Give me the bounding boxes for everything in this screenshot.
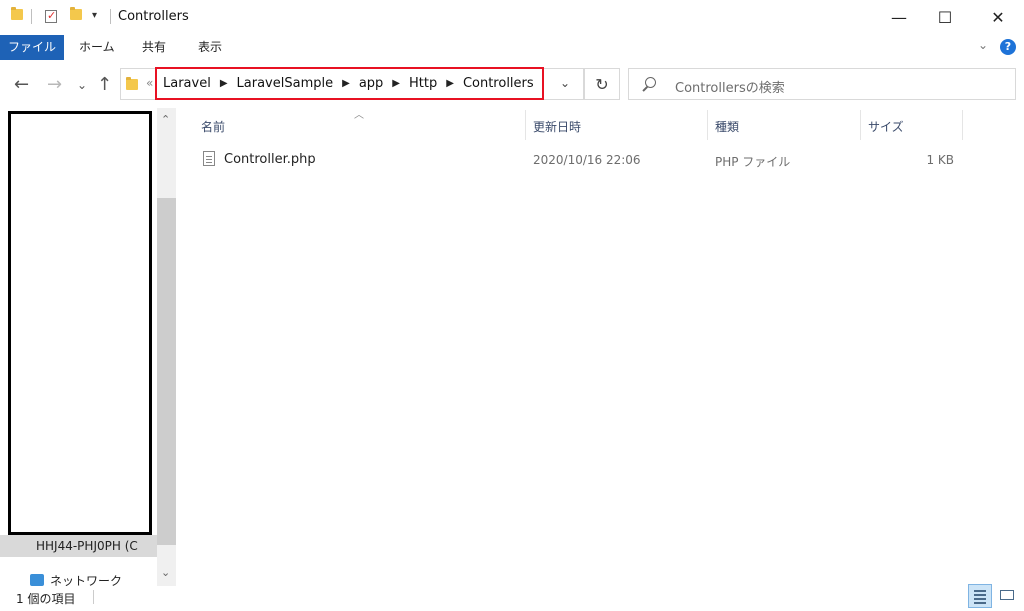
status-bar: [0, 586, 1024, 611]
maximize-button[interactable]: ☐: [922, 0, 968, 34]
close-button[interactable]: ✕: [975, 0, 1021, 34]
toolbar-separator: [31, 9, 32, 24]
column-header-size[interactable]: サイズ: [868, 118, 904, 135]
tab-home[interactable]: ホーム: [79, 35, 115, 60]
sort-ascending-icon: ︿: [354, 110, 364, 121]
back-button[interactable]: ←: [14, 74, 29, 95]
new-folder-icon[interactable]: [70, 7, 82, 20]
nav-scrollbar-thumb[interactable]: [157, 198, 176, 545]
ribbon-tabs: ファイル ホーム 共有 表示 ⌄ ?: [0, 34, 1024, 61]
breadcrumb-item-app[interactable]: app: [359, 76, 383, 91]
breadcrumb-overflow-icon[interactable]: «: [146, 76, 153, 90]
folder-icon: [11, 7, 23, 20]
folder-icon: [126, 77, 138, 90]
network-icon: [30, 574, 44, 586]
nav-item-drive-label: HHJ44-PHJ0PH (C: [36, 539, 138, 553]
column-header-name[interactable]: 名前: [201, 118, 225, 135]
column-header-modified[interactable]: 更新日時: [533, 118, 581, 135]
recent-locations-button[interactable]: ⌄: [77, 78, 87, 92]
column-header-type[interactable]: 種類: [715, 118, 739, 135]
file-size: 1 KB: [926, 153, 954, 167]
ribbon-expand-chevron-icon[interactable]: ⌄: [978, 38, 988, 52]
file-name[interactable]: Controller.php: [224, 152, 316, 167]
chevron-right-icon[interactable]: ▶: [446, 78, 454, 89]
minimize-button[interactable]: —: [876, 0, 922, 34]
title-bar: ✓ ▾ Controllers — ☐ ✕: [0, 0, 1024, 34]
chevron-right-icon[interactable]: ▶: [392, 78, 400, 89]
scroll-down-icon[interactable]: ⌄: [161, 566, 170, 579]
large-icons-view-icon[interactable]: [996, 584, 1020, 608]
redaction-box: [8, 111, 152, 535]
refresh-button[interactable]: ↻: [584, 68, 620, 100]
scroll-up-icon[interactable]: ⌃: [161, 113, 170, 126]
chevron-right-icon[interactable]: ▶: [220, 78, 228, 89]
column-divider[interactable]: [525, 110, 526, 140]
file-type: PHP ファイル: [715, 155, 791, 169]
status-separator: [93, 590, 94, 604]
search-icon: [645, 77, 656, 88]
chevron-down-icon[interactable]: ▾: [92, 10, 97, 21]
search-input[interactable]: Controllersの検索: [628, 68, 1016, 100]
file-modified: 2020/10/16 22:06: [533, 153, 641, 167]
toolbar-separator: [110, 9, 111, 24]
chevron-right-icon[interactable]: ▶: [342, 78, 350, 89]
up-button[interactable]: ↑: [97, 74, 112, 95]
details-view-icon[interactable]: [968, 584, 992, 608]
forward-button[interactable]: →: [47, 74, 62, 95]
tab-file[interactable]: ファイル: [0, 35, 64, 60]
window-title: Controllers: [118, 9, 189, 24]
breadcrumb-item-laravelsample[interactable]: LaravelSample: [237, 76, 334, 91]
breadcrumb-item-laravel[interactable]: Laravel: [163, 76, 211, 91]
column-divider[interactable]: [707, 110, 708, 140]
tab-view[interactable]: 表示: [198, 35, 222, 60]
item-count: 1 個の項目: [16, 592, 76, 606]
breadcrumb-item-controllers[interactable]: Controllers: [463, 76, 534, 91]
breadcrumb: Laravel ▶ LaravelSample ▶ app ▶ Http ▶ C…: [155, 67, 544, 100]
nav-item-network[interactable]: ネットワーク: [50, 572, 122, 586]
tab-share[interactable]: 共有: [142, 35, 166, 60]
breadcrumb-item-http[interactable]: Http: [409, 76, 437, 91]
column-divider[interactable]: [962, 110, 963, 140]
help-icon[interactable]: ?: [1000, 39, 1016, 55]
column-divider[interactable]: [860, 110, 861, 140]
address-history-chevron-icon[interactable]: ⌄: [560, 76, 570, 90]
document-icon: [203, 151, 215, 166]
properties-check-icon[interactable]: ✓: [45, 9, 57, 23]
search-placeholder: Controllersの検索: [675, 81, 785, 96]
